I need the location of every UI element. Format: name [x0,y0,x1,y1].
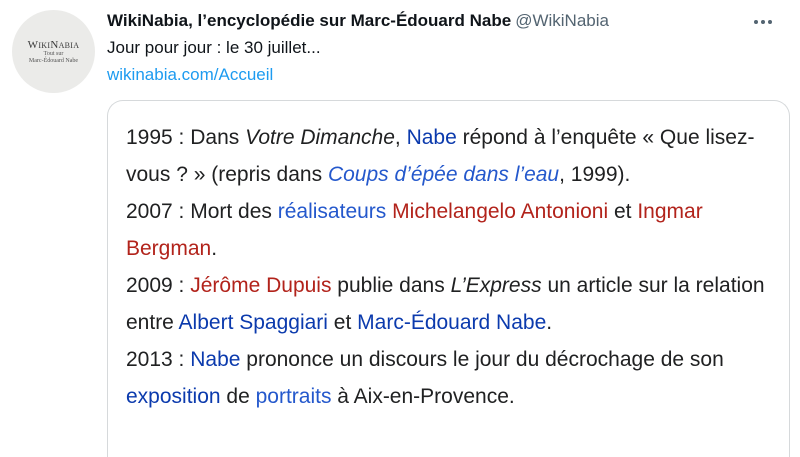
wiki-link[interactable]: Nabe [407,126,457,149]
entry-text: , 1999). [559,163,631,186]
entry-text: 2007 : Mort des [126,200,278,223]
media-card[interactable]: 1995 : Dans Votre Dimanche, Nabe répond … [107,100,790,457]
avatar-logo-name: WikiNabia [27,38,80,51]
tweet-text: Jour pour jour : le 30 juillet... [107,38,321,57]
entry-text: 1995 : Dans [126,126,246,149]
entry-text: à Aix-en-Provence. [331,385,515,408]
entry-text: , [394,126,407,149]
entry-text: prononce un discours le jour du décrocha… [240,348,724,371]
timeline-entry: 2013 : Nabe prononce un discours le jour… [126,341,766,415]
avatar-logo-line1: Tout sur [43,50,64,57]
entry-text: et [327,311,358,334]
more-horizontal-icon [754,20,772,24]
more-options-button[interactable] [748,12,778,32]
wiki-link[interactable]: Michelangelo Antonioni [392,200,608,223]
tweet: WikiNabia Tout sur Marc-Édouard Nabe Wik… [0,0,800,457]
entry-text: . [211,237,218,260]
card-text: 1995 : Dans Votre Dimanche, Nabe répond … [126,119,766,415]
tweet-link[interactable]: wikinabia.com/Accueil [107,64,273,86]
wiki-link[interactable]: portraits [256,385,332,408]
display-name[interactable]: WikiNabia, l’encyclopédie sur Marc-Édoua… [107,11,511,30]
wiki-link[interactable]: Marc-Édouard Nabe [357,311,546,334]
entry-text: de [220,385,256,408]
wiki-link[interactable]: réalisateurs [278,200,387,223]
wiki-link[interactable]: Jérôme Dupuis [190,274,331,297]
wiki-link[interactable]: Albert Spaggiari [179,311,328,334]
entry-text: . [546,311,553,334]
entry-text: 2013 : [126,348,191,371]
wiki-link[interactable]: Nabe [190,348,240,371]
wiki-link[interactable]: Coups d’épée dans l’eau [328,163,559,186]
timeline-entry: 2007 : Mort des réalisateurs Michelangel… [126,193,766,267]
avatar[interactable]: WikiNabia Tout sur Marc-Édouard Nabe [12,10,95,93]
entry-text: publie dans [331,274,451,297]
entry-text: Votre Dimanche [245,126,395,149]
timeline-entry: 1995 : Dans Votre Dimanche, Nabe répond … [126,119,766,193]
entry-text: L’Express [450,274,542,297]
timeline-entry: 2009 : Jérôme Dupuis publie dans L’Expre… [126,267,766,341]
avatar-logo-line2: Marc-Édouard Nabe [28,57,79,64]
entry-text: et [608,200,638,223]
user-handle[interactable]: @WikiNabia [515,11,609,30]
wiki-link[interactable]: exposition [126,385,221,408]
entry-text: 2009 : [126,274,191,297]
tweet-header: WikiNabia, l’encyclopédie sur Marc-Édoua… [107,10,740,32]
